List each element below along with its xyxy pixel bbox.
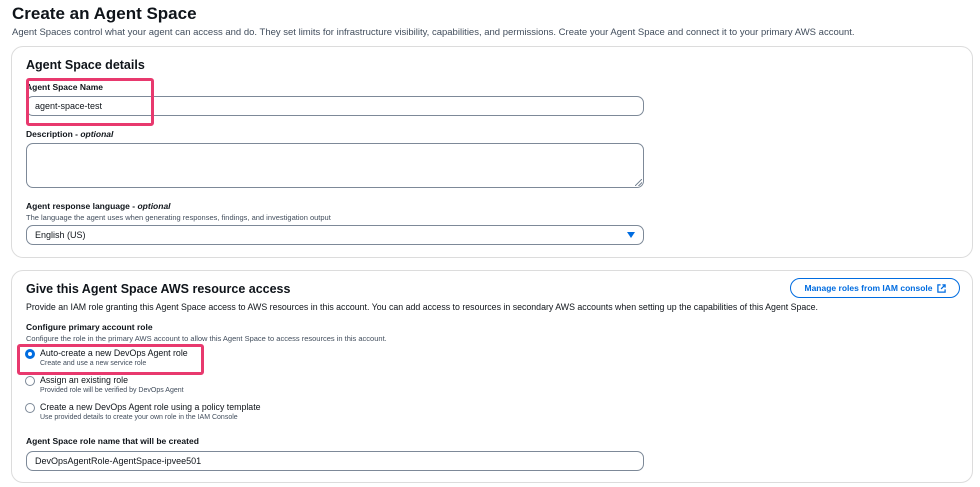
access-panel-title: Give this Agent Space AWS resource acces… [26, 282, 291, 296]
radio-option-label: Create a new DevOps Agent role using a p… [40, 402, 261, 412]
radio-option-label: Assign an existing role [40, 375, 129, 385]
page-description: Agent Spaces control what your agent can… [12, 27, 855, 38]
configure-role-label: Configure primary account role [26, 322, 153, 332]
description-label: Description - optional [26, 129, 114, 139]
details-panel-title: Agent Space details [26, 58, 145, 72]
agent-space-details-panel: Agent Space details Agent Space Name age… [11, 46, 973, 258]
response-language-value: English (US) [35, 230, 86, 240]
manage-roles-button[interactable]: Manage roles from IAM console [790, 278, 960, 298]
page-title: Create an Agent Space [12, 4, 197, 23]
radio-option-sub: Use provided details to create your own … [40, 414, 238, 421]
agent-space-name-input[interactable]: agent-space-test [26, 96, 644, 116]
external-link-icon [936, 283, 946, 293]
resize-grip-icon[interactable] [635, 179, 642, 186]
response-language-label: Agent response language - optional [26, 201, 171, 211]
radio-button[interactable] [25, 403, 35, 413]
response-language-hint: The language the agent uses when generat… [26, 213, 331, 222]
agent-space-name-label: Agent Space Name [26, 82, 103, 92]
radio-option-sub: Provided role will be verified by DevOps… [40, 387, 184, 394]
description-textarea[interactable] [26, 143, 644, 188]
role-name-input[interactable]: DevOpsAgentRole-AgentSpace-ipvee501 [26, 451, 644, 471]
radio-button-selected[interactable] [25, 349, 35, 359]
radio-button[interactable] [25, 376, 35, 386]
radio-option-label: Auto-create a new DevOps Agent role [40, 348, 188, 358]
access-panel-description: Provide an IAM role granting this Agent … [26, 302, 819, 312]
configure-role-hint: Configure the role in the primary AWS ac… [26, 334, 387, 343]
radio-option-sub: Create and use a new service role [40, 360, 147, 367]
manage-roles-label: Manage roles from IAM console [804, 283, 933, 293]
aws-resource-access-panel: Give this Agent Space AWS resource acces… [11, 270, 973, 483]
caret-down-icon [627, 232, 635, 238]
role-name-label: Agent Space role name that will be creat… [26, 436, 199, 446]
response-language-select[interactable]: English (US) [26, 225, 644, 245]
